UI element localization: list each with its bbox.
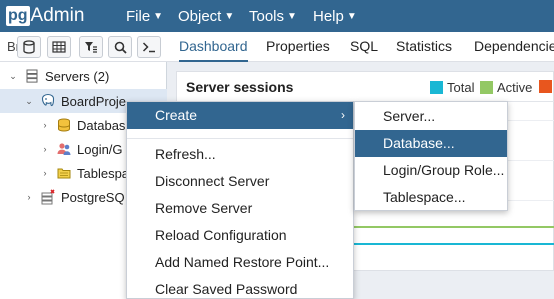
tablespaces-icon xyxy=(56,165,72,181)
menu-item-add-named-restore-point[interactable]: Add Named Restore Point... xyxy=(127,249,353,276)
databases-icon xyxy=(56,117,72,133)
submenu-item-login-group-role[interactable]: Login/Group Role... xyxy=(355,157,507,184)
query-tool-icon[interactable] xyxy=(17,36,41,58)
search-objects-icon[interactable] xyxy=(108,36,132,58)
tree-node-postgresql[interactable]: › PostgreSQ xyxy=(24,185,125,209)
menu-item-disconnect-server[interactable]: Disconnect Server xyxy=(127,168,353,195)
menu-item-clear-saved-password[interactable]: Clear Saved Password xyxy=(127,276,353,299)
tree-node-label: PostgreSQ xyxy=(61,189,125,205)
chevron-right-icon[interactable]: › xyxy=(24,192,34,202)
caret-down-icon: ▼ xyxy=(153,10,164,22)
tree-node-servers[interactable]: ⌄ Servers (2) xyxy=(8,64,109,88)
tree-node-tablespaces[interactable]: › Tablespa xyxy=(40,161,130,185)
view-data-icon[interactable] xyxy=(47,36,71,58)
logo-admin-text: Admin xyxy=(30,5,85,26)
filtered-rows-icon[interactable] xyxy=(79,36,103,58)
logo-pg-mark: pg xyxy=(6,6,30,26)
menu-separator xyxy=(127,138,353,139)
tab-sql[interactable]: SQL xyxy=(350,32,378,62)
menu-item-remove-server[interactable]: Remove Server xyxy=(127,195,353,222)
caret-down-icon: ▼ xyxy=(346,10,357,22)
caret-down-icon: ▼ xyxy=(224,10,235,22)
tab-statistics[interactable]: Statistics xyxy=(396,32,452,62)
submenu-item-tablespace[interactable]: Tablespace... xyxy=(355,184,507,211)
tree-node-label: BoardProje xyxy=(61,93,127,109)
menu-help-label: Help xyxy=(313,7,344,25)
chevron-right-icon[interactable]: › xyxy=(40,168,50,178)
tree-node-label: Login/G xyxy=(77,141,123,157)
legend-active[interactable]: Active xyxy=(480,80,532,95)
tree-node-label: Tablespa xyxy=(77,165,130,181)
chevron-down-icon[interactable]: ⌄ xyxy=(24,96,34,107)
menu-item-create[interactable]: Create › xyxy=(127,102,353,129)
menu-item-label: Create xyxy=(155,107,198,123)
chevron-down-icon[interactable]: ⌄ xyxy=(8,71,18,82)
submenu-item-database[interactable]: Database... xyxy=(355,130,507,157)
create-submenu: Server... Database... Login/Group Role..… xyxy=(354,101,508,211)
legend-total[interactable]: Total xyxy=(430,80,474,95)
legend-label: Active xyxy=(497,80,533,95)
psql-tool-icon[interactable] xyxy=(137,36,161,58)
card-title: Server sessions xyxy=(186,79,294,95)
menu-file-label: File xyxy=(126,7,151,25)
menu-object-label: Object xyxy=(178,7,222,25)
menu-file[interactable]: File ▼ xyxy=(126,0,163,32)
legend-swatch xyxy=(430,81,443,94)
tree-node-login-roles[interactable]: › Login/G xyxy=(40,137,123,161)
browser-toolbar: Br xyxy=(0,32,167,62)
server-context-menu: Create › Refresh... Disconnect Server Re… xyxy=(126,101,354,299)
chevron-right-icon[interactable]: › xyxy=(40,144,50,154)
top-navbar: pg Admin File ▼ Object ▼ Tools ▼ Help ▼ xyxy=(0,0,554,32)
pgadmin-logo: pg Admin xyxy=(6,5,84,27)
servers-icon xyxy=(24,68,40,84)
chevron-right-icon[interactable]: › xyxy=(40,120,50,130)
tab-dashboard[interactable]: Dashboard xyxy=(179,32,248,62)
tab-dependencies[interactable]: Dependencies xyxy=(474,32,554,62)
legend-idle[interactable] xyxy=(539,80,554,93)
legend-swatch xyxy=(539,80,552,93)
menu-item-reload-configuration[interactable]: Reload Configuration xyxy=(127,222,353,249)
legend-swatch xyxy=(480,81,493,94)
menu-help[interactable]: Help ▼ xyxy=(313,0,357,32)
legend-label: Total xyxy=(447,80,475,95)
tree-node-label: Servers (2) xyxy=(45,68,110,84)
menu-item-refresh[interactable]: Refresh... xyxy=(127,141,353,168)
server-disconnected-icon xyxy=(40,189,56,205)
login-roles-icon xyxy=(56,141,72,157)
menu-object[interactable]: Object ▼ xyxy=(178,0,234,32)
tree-node-label: Databas xyxy=(77,117,126,133)
card-header: Server sessions Total Active xyxy=(177,72,554,102)
menu-tools-label: Tools xyxy=(249,7,285,25)
chevron-right-icon: › xyxy=(341,108,345,122)
menu-tools[interactable]: Tools ▼ xyxy=(249,0,297,32)
server-icon xyxy=(40,93,56,109)
tab-properties[interactable]: Properties xyxy=(266,32,330,62)
submenu-item-server[interactable]: Server... xyxy=(355,103,507,130)
main-tabbar: Dashboard Properties SQL Statistics Depe… xyxy=(167,32,554,62)
tree-node-databases[interactable]: › Databas xyxy=(40,113,126,137)
caret-down-icon: ▼ xyxy=(287,10,297,22)
